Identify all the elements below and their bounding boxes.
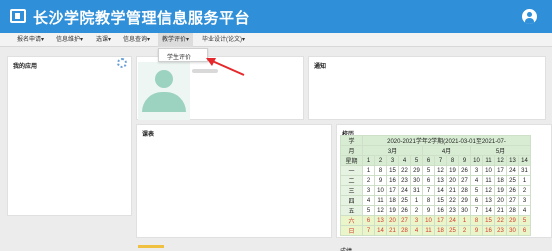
- red-arrow-annotation: [206, 58, 245, 76]
- page: 长沙学院教学管理信息服务平台 报名申请▾ 信息维护▾ 选课▾ 信息查询▾ 教学评…: [0, 0, 552, 251]
- grades-panel-title: 成绩: [340, 246, 352, 251]
- schedule-tab-indicator: [138, 245, 164, 248]
